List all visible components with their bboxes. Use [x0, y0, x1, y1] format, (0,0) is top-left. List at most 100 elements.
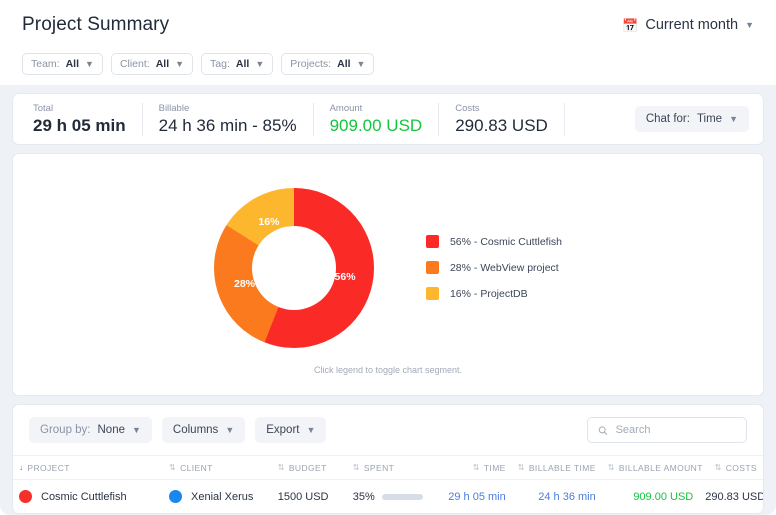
col-header-client[interactable]: ⇅ CLIENT [163, 455, 272, 480]
filter-projects[interactable]: Projects: All ▼ [281, 53, 375, 75]
project-summary-page: Project Summary 📅 Current month ▼ Team: … [0, 0, 776, 515]
legend-label-1: 28% - WebView project [449, 261, 559, 274]
filter-projects-value: All [337, 58, 351, 70]
chart-for-value: Time [696, 113, 723, 125]
chevron-down-icon: ▼ [745, 20, 754, 30]
donut-slice-label-1: 28% [233, 277, 256, 290]
col-header-billable-time[interactable]: ⇅ BILLABLE TIME [511, 455, 602, 480]
sort-both-icon: ⇅ [517, 463, 525, 472]
filter-tag[interactable]: Tag: All ▼ [201, 53, 274, 75]
filter-client[interactable]: Client: All ▼ [110, 53, 194, 75]
group-by-value: None [97, 424, 126, 436]
col-label-billable-amount: BILLABLE AMOUNT [618, 463, 703, 473]
col-header-spent[interactable]: ⇅ SPENT [346, 455, 430, 480]
stat-total-label: Total [33, 102, 54, 114]
stat-costs-value: 290.83 USD [455, 115, 548, 135]
col-label-client: CLIENT [180, 463, 213, 473]
sort-both-icon: ⇅ [472, 463, 480, 472]
sort-both-icon: ⇅ [714, 463, 722, 472]
chart-for-dropdown[interactable]: Chat for: Time ▼ [634, 106, 749, 132]
cell-project: Cosmic Cuttlefish [13, 480, 163, 514]
donut-chart[interactable]: 56% 28% 16% [213, 187, 374, 348]
filter-team-label: Team: [31, 58, 60, 70]
stat-billable: Billable 24 h 36 min - 85% [143, 102, 314, 136]
group-by-dropdown[interactable]: Group by: None ▼ [29, 417, 152, 443]
stat-total: Total 29 h 05 min [27, 102, 143, 136]
col-label-billable-time: BILLABLE TIME [528, 463, 596, 473]
col-header-budget[interactable]: ⇅ BUDGET [271, 455, 347, 480]
filter-team-value: All [65, 58, 80, 70]
filter-tag-label: Tag: [210, 58, 230, 70]
spent-progress-bar [381, 493, 424, 500]
cell-client: Xenial Xerus [163, 480, 272, 514]
search-input[interactable] [615, 424, 736, 436]
legend-label-0: 56% - Cosmic Cuttlefish [449, 235, 563, 248]
chevron-down-icon: ▼ [306, 425, 316, 435]
projects-table-card: Group by: None ▼ Columns ▼ Export ▼ Sear… [12, 404, 764, 514]
cell-spent: 35% [347, 480, 430, 514]
stat-costs-label: Costs [455, 102, 480, 114]
col-label-time: TIME [483, 463, 506, 473]
table-head: ↓ PROJECT ⇅ CLIENT ⇅ BUDGET ⇅ SPENT ⇅ TI… [13, 455, 763, 480]
cell-billable-amount: 909.00 USD [633, 490, 694, 503]
summary-stats-card: Total 29 h 05 min Billable 24 h 36 min -… [12, 93, 764, 145]
cell-billable-time[interactable]: 24 h 36 min [512, 480, 602, 514]
spent-percent: 35% [352, 490, 375, 503]
cell-costs: 290.83 USD [705, 490, 764, 503]
client-color-dot-icon [169, 490, 182, 503]
chevron-down-icon: ▼ [255, 59, 265, 69]
filter-client-label: Client: [119, 58, 150, 70]
legend-swatch-icon [425, 261, 439, 274]
legend-item-2[interactable]: 16% - ProjectDB [425, 287, 562, 300]
table-body: Cosmic Cuttlefish Xenial Xerus 1500 USD … [13, 480, 763, 514]
col-label-budget: BUDGET [288, 463, 327, 473]
col-header-time[interactable]: ⇅ TIME [429, 455, 512, 480]
chart-card: 56% 28% 16% 56% - Cosmic Cuttlefish 28% … [12, 153, 764, 396]
chart-hint-text: Click legend to toggle chart segment. [313, 365, 463, 375]
legend-item-1[interactable]: 28% - WebView project [425, 261, 562, 274]
table-header-row: ↓ PROJECT ⇅ CLIENT ⇅ BUDGET ⇅ SPENT ⇅ TI… [13, 455, 763, 480]
project-color-dot-icon [19, 490, 32, 503]
table-toolbar: Group by: None ▼ Columns ▼ Export ▼ [13, 405, 763, 455]
col-label-spent: SPENT [363, 463, 395, 473]
col-label-project: PROJECT [27, 463, 70, 473]
export-dropdown[interactable]: Export ▼ [255, 417, 327, 443]
legend-swatch-icon [425, 235, 439, 248]
filter-team[interactable]: Team: All ▼ [22, 53, 103, 75]
stat-total-value: 29 h 05 min [33, 115, 126, 135]
col-label-costs: COSTS [725, 463, 757, 473]
stat-amount: Amount 909.00 USD [314, 102, 440, 136]
legend-label-2: 16% - ProjectDB [449, 287, 528, 300]
search-box[interactable] [587, 417, 747, 443]
stat-billable-label: Billable [158, 102, 190, 114]
stat-costs: Costs 290.83 USD [439, 102, 565, 136]
date-range-picker[interactable]: 📅 Current month ▼ [622, 14, 754, 33]
group-by-label: Group by: [40, 424, 91, 436]
client-name: Xenial Xerus [191, 490, 254, 503]
legend-swatch-icon [425, 287, 439, 300]
chevron-down-icon: ▼ [356, 59, 366, 69]
sort-both-icon: ⇅ [169, 463, 177, 472]
calendar-icon: 📅 [622, 17, 639, 33]
sort-desc-icon: ↓ [19, 463, 24, 472]
donut-slice-label-0: 56% [334, 271, 356, 284]
sort-both-icon: ⇅ [277, 463, 285, 472]
col-header-costs[interactable]: ⇅ COSTS [699, 455, 763, 480]
projects-table: ↓ PROJECT ⇅ CLIENT ⇅ BUDGET ⇅ SPENT ⇅ TI… [13, 455, 763, 513]
page-title: Project Summary [22, 14, 170, 35]
cell-time[interactable]: 29 h 05 min [429, 480, 512, 514]
col-header-billable-amount[interactable]: ⇅ BILLABLE AMOUNT [601, 455, 703, 480]
chart-inner: 56% 28% 16% 56% - Cosmic Cuttlefish 28% … [213, 187, 563, 348]
legend-item-0[interactable]: 56% - Cosmic Cuttlefish [425, 235, 563, 248]
col-header-project[interactable]: ↓ PROJECT [13, 455, 163, 480]
page-header: Project Summary 📅 Current month ▼ Team: … [0, 0, 776, 85]
project-name[interactable]: Cosmic Cuttlefish [41, 491, 127, 503]
columns-dropdown[interactable]: Columns ▼ [161, 417, 246, 443]
columns-label: Columns [172, 424, 219, 436]
donut-slice-label-2: 16% [258, 215, 280, 228]
table-row[interactable]: Cosmic Cuttlefish Xenial Xerus 1500 USD … [13, 480, 763, 514]
header-top-row: Project Summary 📅 Current month ▼ [22, 14, 754, 36]
filter-projects-label: Projects: [290, 58, 332, 70]
sort-both-icon: ⇅ [352, 463, 360, 472]
date-range-label: Current month [645, 17, 739, 33]
